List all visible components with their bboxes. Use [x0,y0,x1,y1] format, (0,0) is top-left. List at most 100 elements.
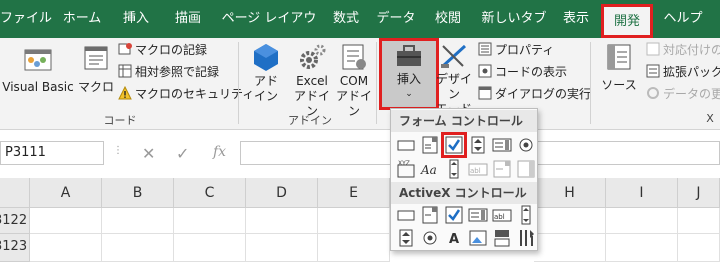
more-controls-icon[interactable] [516,228,536,248]
enter-icon[interactable]: ✓ [176,144,189,163]
tab-page-layout[interactable]: ページ レイアウト [216,0,322,64]
formula-bar-grip-icon: ⋮ [113,145,123,156]
cell[interactable] [534,208,606,234]
relative-reference-button[interactable]: 相対参照で記録 [118,62,219,82]
view-code-button[interactable]: コードの表示 [478,62,567,82]
tab-home[interactable]: ホーム [56,0,108,38]
macro-security-label: マクロのセキュリティ [135,87,255,101]
design-mode-button[interactable]: デザイン モード [434,40,474,117]
macro-button[interactable]: マクロ [76,40,116,95]
properties-button[interactable]: プロパティ [478,40,554,60]
form-text-field-icon[interactable]: abl [468,159,488,179]
tab-review[interactable]: 校閲 [424,0,472,38]
form-combo-dropdown-icon[interactable] [516,159,536,179]
form-group-box-icon[interactable]: XYZ [396,159,416,179]
activex-button-icon[interactable] [396,205,416,225]
activex-toggle-button-icon[interactable] [492,228,512,248]
warning-icon [118,86,132,100]
activex-combo-box-icon[interactable] [420,205,440,225]
xml-source-label: ソース [601,78,637,92]
relative-reference-icon [118,64,132,78]
column-header-j[interactable]: J [678,178,720,208]
cell[interactable] [30,234,102,262]
macro-security-button[interactable]: マクロのセキュリティ [118,84,254,104]
row-header-3122[interactable]: 3122 [0,208,30,234]
name-box[interactable]: P3111 [0,141,104,165]
xml-source-button[interactable]: ソース [598,40,640,93]
activex-list-box-icon[interactable] [468,205,488,225]
expansion-pack-icon [646,64,660,78]
form-combo-box-icon[interactable] [420,135,440,155]
tab-new-tab[interactable]: 新しいタブ [476,0,552,38]
activex-scroll-bar-icon[interactable] [516,205,536,225]
form-scroll-bar-icon[interactable] [444,159,464,179]
form-combo-list-icon[interactable] [492,159,512,179]
select-all-corner[interactable] [0,178,30,208]
form-button-icon[interactable] [396,135,416,155]
cell[interactable] [318,234,390,262]
cell[interactable] [174,208,246,234]
cancel-icon[interactable]: ✕ [142,144,155,163]
column-header-c[interactable]: C [174,178,246,208]
tab-draw[interactable]: 描画 [164,0,212,38]
cell[interactable] [174,234,246,262]
cell[interactable] [606,208,678,234]
group-separator [238,42,239,124]
run-dialog-button[interactable]: ダイアログの実行 [478,84,591,104]
refresh-data-button[interactable]: データの更新 [646,84,720,104]
expansion-pack-label: 拡張パック [663,65,720,79]
cell[interactable] [678,208,720,234]
activex-image-icon[interactable] [468,228,488,248]
excel-addins-button[interactable]: Excel アドイン [290,40,334,119]
activex-spin-button-icon[interactable] [396,228,416,248]
tab-formulas[interactable]: 数式 [324,0,368,38]
insert-function-icon[interactable]: fx [213,144,226,160]
cell[interactable] [102,234,174,262]
cell[interactable] [246,208,318,234]
tab-data[interactable]: データ [372,0,420,38]
activex-option-button-icon[interactable] [420,228,440,248]
activex-checkbox-icon[interactable] [444,205,464,225]
form-label-icon[interactable]: Aa [420,159,440,179]
column-header-d[interactable]: D [246,178,318,208]
column-header-h[interactable]: H [534,178,606,208]
map-properties-button[interactable]: 対応付けの [646,40,720,60]
form-spin-button-icon[interactable] [468,135,488,155]
tab-view[interactable]: 表示 [556,0,596,38]
form-option-button-icon[interactable] [516,135,536,155]
run-dialog-label: ダイアログの実行 [495,87,592,101]
activex-label-icon[interactable]: A [444,228,464,248]
column-header-i[interactable]: I [606,178,678,208]
column-header-b[interactable]: B [102,178,174,208]
cell[interactable] [534,234,606,262]
cell[interactable] [606,234,678,262]
cell[interactable] [678,234,720,262]
properties-icon [478,42,492,56]
cell[interactable] [246,234,318,262]
form-list-box-icon[interactable] [492,135,512,155]
macro-label: マクロ [77,80,114,94]
row-header-3123[interactable]: 3123 [0,234,30,262]
tab-help[interactable]: ヘルプ [658,0,708,38]
column-header-e[interactable]: E [318,178,390,208]
cell[interactable] [30,208,102,234]
addins-label: アド イン [253,74,278,103]
com-addins-button[interactable]: COM アドイン [334,40,374,119]
map-properties-label: 対応付けの [663,43,720,57]
gear-icon [300,44,326,69]
addins-group-label: アドイン [288,114,332,127]
tab-file[interactable]: ファイル [0,0,52,38]
visual-basic-button[interactable]: Visual Basic [2,40,74,95]
row-number: 3123 [0,239,28,254]
activex-text-box-icon[interactable]: abl [492,205,512,225]
record-macro-button[interactable]: マクロの記録 [118,40,207,60]
addins-button[interactable]: アド イン [248,40,284,104]
tab-developer[interactable]: 開発 [601,4,653,38]
column-header-a[interactable]: A [30,178,102,208]
properties-label: プロパティ [495,43,555,57]
cell[interactable] [318,208,390,234]
group-separator [376,42,377,124]
tab-insert[interactable]: 挿入 [112,0,160,38]
cell[interactable] [102,208,174,234]
expansion-pack-button[interactable]: 拡張パック [646,62,720,82]
